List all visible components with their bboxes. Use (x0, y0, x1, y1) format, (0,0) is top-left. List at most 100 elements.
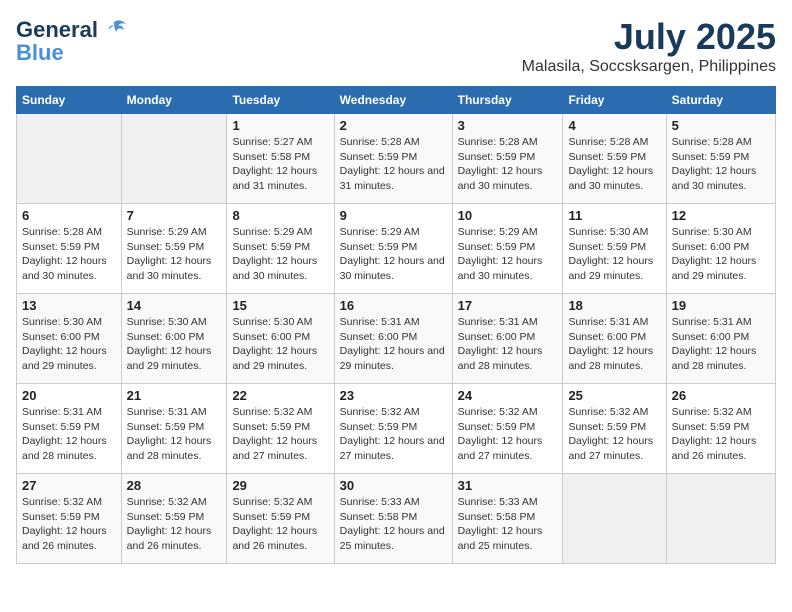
day-number: 18 (568, 298, 660, 313)
day-number: 29 (232, 478, 328, 493)
col-tuesday: Tuesday (227, 87, 334, 114)
day-number: 16 (340, 298, 447, 313)
day-info: Sunrise: 5:32 AMSunset: 5:59 PMDaylight:… (568, 405, 660, 464)
day-info: Sunrise: 5:29 AMSunset: 5:59 PMDaylight:… (340, 225, 447, 284)
calendar-week-row: 27 Sunrise: 5:32 AMSunset: 5:59 PMDayligh… (17, 474, 776, 564)
day-number: 17 (458, 298, 558, 313)
calendar-cell: 3Sunrise: 5:28 AMSunset: 5:59 PMDaylight… (452, 114, 563, 204)
calendar-cell (666, 474, 775, 564)
day-info: Sunrise: 5:32 AMSunset: 5:59 PMDaylight:… (458, 405, 558, 464)
calendar-cell: 22 Sunrise: 5:32 AMSunset: 5:59 PMDayligh… (227, 384, 334, 474)
day-info: Sunrise: 5:32 AMSunset: 5:59 PMDaylight:… (232, 405, 328, 464)
day-number: 21 (127, 388, 222, 403)
calendar-cell: 13Sunrise: 5:30 AMSunset: 6:00 PMDayligh… (17, 294, 122, 384)
calendar-cell: 27 Sunrise: 5:32 AMSunset: 5:59 PMDayligh… (17, 474, 122, 564)
day-number: 23 (340, 388, 447, 403)
calendar-cell: 31Sunrise: 5:33 AMSunset: 5:58 PMDayligh… (452, 474, 563, 564)
day-info: Sunrise: 5:31 AMSunset: 6:00 PMDaylight:… (568, 315, 660, 374)
calendar-cell: 23 Sunrise: 5:32 AMSunset: 5:59 PMDayligh… (334, 384, 452, 474)
col-monday: Monday (121, 87, 227, 114)
calendar-cell: 14 Sunrise: 5:30 AMSunset: 6:00 PMDayligh… (121, 294, 227, 384)
day-number: 30 (340, 478, 447, 493)
day-number: 20 (22, 388, 116, 403)
calendar-cell: 30 Sunrise: 5:33 AMSunset: 5:58 PMDayligh… (334, 474, 452, 564)
day-info: Sunrise: 5:31 AMSunset: 6:00 PMDaylight:… (458, 315, 558, 374)
day-number: 7 (127, 208, 222, 223)
calendar-subtitle: Malasila, Soccsksargen, Philippines (522, 58, 776, 76)
day-info: Sunrise: 5:28 AMSunset: 5:59 PMDaylight:… (22, 225, 116, 284)
calendar-header-row: Sunday Monday Tuesday Wednesday Thursday… (17, 87, 776, 114)
day-info: Sunrise: 5:28 AMSunset: 5:59 PMDaylight:… (340, 135, 447, 194)
calendar-cell: 6 Sunrise: 5:28 AMSunset: 5:59 PMDaylight… (17, 204, 122, 294)
day-info: Sunrise: 5:32 AMSunset: 5:59 PMDaylight:… (232, 495, 328, 554)
col-thursday: Thursday (452, 87, 563, 114)
day-info: Sunrise: 5:30 AMSunset: 6:00 PMDaylight:… (672, 225, 770, 284)
day-info: Sunrise: 5:28 AMSunset: 5:59 PMDaylight:… (568, 135, 660, 194)
day-number: 3 (458, 118, 558, 133)
calendar-cell: 9 Sunrise: 5:29 AMSunset: 5:59 PMDaylight… (334, 204, 452, 294)
day-info: Sunrise: 5:30 AMSunset: 6:00 PMDaylight:… (22, 315, 116, 374)
day-number: 15 (232, 298, 328, 313)
calendar-cell: 24 Sunrise: 5:32 AMSunset: 5:59 PMDayligh… (452, 384, 563, 474)
col-sunday: Sunday (17, 87, 122, 114)
day-number: 9 (340, 208, 447, 223)
day-info: Sunrise: 5:33 AMSunset: 5:58 PMDaylight:… (340, 495, 447, 554)
day-info: Sunrise: 5:29 AMSunset: 5:59 PMDaylight:… (458, 225, 558, 284)
day-number: 25 (568, 388, 660, 403)
day-info: Sunrise: 5:31 AMSunset: 5:59 PMDaylight:… (22, 405, 116, 464)
day-number: 11 (568, 208, 660, 223)
calendar-table: Sunday Monday Tuesday Wednesday Thursday… (16, 86, 776, 564)
col-saturday: Saturday (666, 87, 775, 114)
day-number: 14 (127, 298, 222, 313)
day-number: 8 (232, 208, 328, 223)
logo-bird-icon (100, 16, 128, 44)
calendar-cell: 15 Sunrise: 5:30 AMSunset: 6:00 PMDayligh… (227, 294, 334, 384)
calendar-cell (563, 474, 666, 564)
calendar-cell (17, 114, 122, 204)
day-number: 27 (22, 478, 116, 493)
calendar-cell: 1 Sunrise: 5:27 AMSunset: 5:58 PMDaylight… (227, 114, 334, 204)
calendar-week-row: 20 Sunrise: 5:31 AMSunset: 5:59 PMDayligh… (17, 384, 776, 474)
calendar-cell: 11 Sunrise: 5:30 AMSunset: 5:59 PMDayligh… (563, 204, 666, 294)
day-number: 5 (672, 118, 770, 133)
day-info: Sunrise: 5:29 AMSunset: 5:59 PMDaylight:… (232, 225, 328, 284)
day-number: 12 (672, 208, 770, 223)
day-number: 1 (232, 118, 328, 133)
day-info: Sunrise: 5:27 AMSunset: 5:58 PMDaylight:… (232, 135, 328, 194)
calendar-cell: 4 Sunrise: 5:28 AMSunset: 5:59 PMDaylight… (563, 114, 666, 204)
calendar-cell: 17 Sunrise: 5:31 AMSunset: 6:00 PMDayligh… (452, 294, 563, 384)
calendar-cell: 2 Sunrise: 5:28 AMSunset: 5:59 PMDaylight… (334, 114, 452, 204)
day-info: Sunrise: 5:32 AMSunset: 5:59 PMDaylight:… (340, 405, 447, 464)
logo: General Blue (16, 16, 128, 66)
day-info: Sunrise: 5:32 AMSunset: 5:59 PMDaylight:… (22, 495, 116, 554)
calendar-title: July 2025 (522, 16, 776, 58)
calendar-week-row: 6 Sunrise: 5:28 AMSunset: 5:59 PMDaylight… (17, 204, 776, 294)
calendar-cell (121, 114, 227, 204)
day-number: 6 (22, 208, 116, 223)
day-info: Sunrise: 5:31 AMSunset: 6:00 PMDaylight:… (672, 315, 770, 374)
day-info: Sunrise: 5:29 AMSunset: 5:59 PMDaylight:… (127, 225, 222, 284)
day-info: Sunrise: 5:30 AMSunset: 5:59 PMDaylight:… (568, 225, 660, 284)
day-info: Sunrise: 5:30 AMSunset: 6:00 PMDaylight:… (232, 315, 328, 374)
calendar-week-row: 13Sunrise: 5:30 AMSunset: 6:00 PMDayligh… (17, 294, 776, 384)
day-number: 22 (232, 388, 328, 403)
calendar-cell: 7 Sunrise: 5:29 AMSunset: 5:59 PMDaylight… (121, 204, 227, 294)
day-number: 19 (672, 298, 770, 313)
calendar-cell: 16Sunrise: 5:31 AMSunset: 6:00 PMDayligh… (334, 294, 452, 384)
day-number: 24 (458, 388, 558, 403)
day-number: 4 (568, 118, 660, 133)
page-header: General Blue July 2025 Malasila, Soccsks… (16, 16, 776, 76)
calendar-cell: 12 Sunrise: 5:30 AMSunset: 6:00 PMDayligh… (666, 204, 775, 294)
calendar-cell: 21 Sunrise: 5:31 AMSunset: 5:59 PMDayligh… (121, 384, 227, 474)
day-info: Sunrise: 5:31 AMSunset: 5:59 PMDaylight:… (127, 405, 222, 464)
day-number: 26 (672, 388, 770, 403)
calendar-cell: 29 Sunrise: 5:32 AMSunset: 5:59 PMDayligh… (227, 474, 334, 564)
calendar-week-row: 1 Sunrise: 5:27 AMSunset: 5:58 PMDaylight… (17, 114, 776, 204)
day-number: 31 (458, 478, 558, 493)
day-info: Sunrise: 5:32 AMSunset: 5:59 PMDaylight:… (127, 495, 222, 554)
day-info: Sunrise: 5:32 AMSunset: 5:59 PMDaylight:… (672, 405, 770, 464)
day-info: Sunrise: 5:28 AMSunset: 5:59 PMDaylight:… (672, 135, 770, 194)
day-number: 2 (340, 118, 447, 133)
day-info: Sunrise: 5:30 AMSunset: 6:00 PMDaylight:… (127, 315, 222, 374)
col-wednesday: Wednesday (334, 87, 452, 114)
